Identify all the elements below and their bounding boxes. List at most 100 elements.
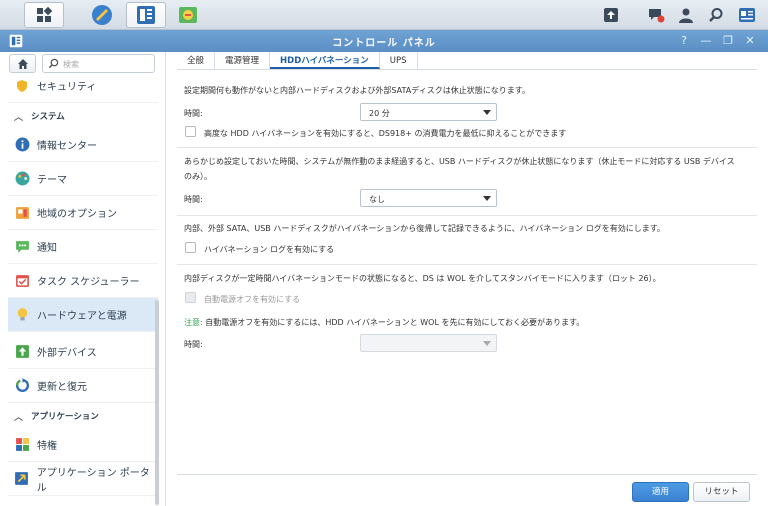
info-icon: [14, 137, 30, 153]
chevron-up-icon: ︿: [14, 112, 24, 123]
note-label: 注意:: [184, 318, 203, 327]
portal-icon: [14, 471, 30, 487]
close-icon: ✕: [745, 34, 755, 47]
section4-description: 内部ディスクが一定時間ハイバネーションモードの状態になると、DS は WOL を…: [184, 274, 661, 283]
sidebar-group-label: アプリケーション: [31, 412, 99, 422]
section2-description-line1: あらかじめ設定しておいた時間、システムが無作動のまま経過すると、USB ハードデ…: [184, 157, 735, 166]
shield-icon: [14, 78, 30, 94]
sidebar-item-theme[interactable]: テーマ: [8, 162, 158, 196]
messages-button[interactable]: [645, 4, 667, 26]
sidebar-item-notification[interactable]: 通知: [8, 230, 158, 264]
window-title-bar[interactable]: コントロール パネル ? — ❐ ✕: [0, 30, 768, 52]
sidebar-group-system[interactable]: ︿ システム: [8, 106, 158, 126]
tab-hdd-hibernation[interactable]: HDDハイバネーション: [270, 52, 380, 69]
sidebar-item-label: ハードウェアと電源: [37, 311, 127, 322]
divider: [177, 215, 757, 216]
sidebar-item-label: 通知: [37, 243, 57, 254]
main-menu-button[interactable]: [24, 2, 64, 28]
privileges-icon: [14, 437, 30, 453]
advanced-hibernation-checkbox[interactable]: [185, 126, 196, 137]
control-panel-app-button[interactable]: [126, 2, 166, 28]
section4-time-select[interactable]: [360, 334, 497, 352]
section1-description: 設定期間何も動作がないと内部ハードディスクおよび外部SATAディスクは休止状態に…: [184, 86, 530, 95]
taskbar: [0, 0, 768, 30]
main-content: 全般 電源管理 HDDハイバネーション UPS 設定期間何も動作がないと内部ハー…: [167, 52, 768, 506]
upload-icon: [604, 8, 618, 22]
dsm-help-app-button[interactable]: [82, 2, 122, 28]
auto-poweroff-checkbox[interactable]: [185, 292, 196, 303]
sidebar-item-privileges[interactable]: 特権: [8, 428, 158, 462]
section1-time-select[interactable]: 20 分: [360, 103, 497, 121]
sidebar-item-external-devices[interactable]: 外部デバイス: [8, 335, 158, 369]
auto-poweroff-note: 注意: 自動電源オフを有効にするには、HDD ハイバネーションと WOL を先に…: [184, 317, 584, 328]
sidebar-group-applications[interactable]: ︿ アプリケーション: [8, 406, 158, 426]
sidebar-item-update-restore[interactable]: 更新と復元: [8, 369, 158, 403]
help-icon: ?: [681, 34, 687, 47]
note-text: 自動電源オフを有効にするには、HDD ハイバネーションと WOL を先に有効にし…: [202, 318, 585, 327]
sidebar-item-application-portal[interactable]: アプリケーション ポータル: [8, 462, 158, 496]
section2-time-label: 時間:: [184, 195, 203, 204]
user-button[interactable]: [675, 4, 697, 26]
divider: [177, 264, 757, 265]
package-icon: [179, 7, 197, 23]
reset-button[interactable]: リセット: [693, 482, 750, 502]
sidebar-item-label: タスク スケジューラー: [37, 277, 140, 288]
widgets-icon: [739, 8, 755, 22]
calendar-icon: [14, 273, 30, 289]
section1-time-label: 時間:: [184, 109, 203, 118]
sidebar-group-label: システム: [31, 112, 65, 122]
minimize-icon: —: [700, 34, 712, 47]
user-icon: [679, 8, 693, 23]
search-icon: [709, 8, 723, 22]
refresh-icon: [14, 378, 30, 394]
minimize-button[interactable]: —: [698, 33, 714, 49]
sidebar-item-label: テーマ: [37, 175, 67, 186]
sidebar-item-task-scheduler[interactable]: タスク スケジューラー: [8, 264, 158, 298]
upload-button[interactable]: [600, 4, 622, 26]
sidebar-item-regional-options[interactable]: 地域のオプション: [8, 196, 158, 230]
bulb-icon: [14, 307, 30, 323]
help-button[interactable]: ?: [676, 33, 692, 49]
notification-icon: [14, 239, 30, 255]
search-button[interactable]: [705, 4, 727, 26]
sidebar-item-label: 特権: [37, 441, 57, 452]
sidebar: 検索 セキュリティ ︿ システム 情報センター テーマ 地域のオプション 通知: [0, 52, 166, 506]
select-value: 20 分: [369, 109, 390, 118]
section2-time-select[interactable]: なし: [360, 189, 497, 207]
tab-general[interactable]: 全般: [177, 52, 216, 69]
dropdown-arrow-icon: [483, 110, 491, 115]
sidebar-item-label: 更新と復元: [37, 382, 87, 393]
sidebar-item-hardware-power[interactable]: ハードウェアと電源: [8, 298, 158, 332]
region-icon: [14, 205, 30, 221]
palette-icon: [14, 171, 30, 187]
sidebar-item-label: セキュリティ: [37, 82, 97, 93]
dropdown-arrow-icon: [483, 341, 491, 346]
sidebar-item-label: アプリケーション ポータル: [36, 467, 150, 494]
apply-button[interactable]: 適用: [632, 482, 689, 502]
sidebar-item-label: 外部デバイス: [37, 348, 97, 359]
section4-time-label: 時間:: [184, 340, 203, 349]
widgets-button[interactable]: [736, 4, 758, 26]
sidebar-scrollbar[interactable]: [155, 300, 159, 505]
auto-poweroff-label: 自動電源オフを有効にする: [204, 295, 301, 304]
maximize-button[interactable]: ❐: [720, 33, 736, 49]
control-panel-icon: [137, 6, 155, 24]
chevron-up-icon: ︿: [14, 412, 24, 423]
external-device-icon: [14, 344, 30, 360]
tab-bar: 全般 電源管理 HDDハイバネーション UPS: [177, 52, 757, 70]
grid-menu-icon: [37, 7, 52, 22]
close-button[interactable]: ✕: [742, 33, 758, 49]
sidebar-item-info-center[interactable]: 情報センター: [8, 128, 158, 162]
sidebar-item-label: 地域のオプション: [37, 209, 117, 220]
hibernation-log-label: ハイバネーション ログを有効にする: [204, 245, 335, 254]
home-icon: [17, 58, 28, 69]
sidebar-item-security[interactable]: セキュリティ: [8, 69, 158, 103]
hibernation-log-checkbox[interactable]: [185, 242, 196, 253]
footer-divider: [177, 474, 757, 475]
dropdown-arrow-icon: [483, 196, 491, 201]
package-app-button[interactable]: [168, 2, 208, 28]
tab-ups[interactable]: UPS: [380, 52, 418, 69]
advanced-hibernation-label: 高度な HDD ハイバネーションを有効にすると、DS918+ の消費電力を最低に…: [204, 129, 567, 138]
tab-power-management[interactable]: 電源管理: [215, 52, 271, 69]
app-icon: [92, 5, 112, 25]
